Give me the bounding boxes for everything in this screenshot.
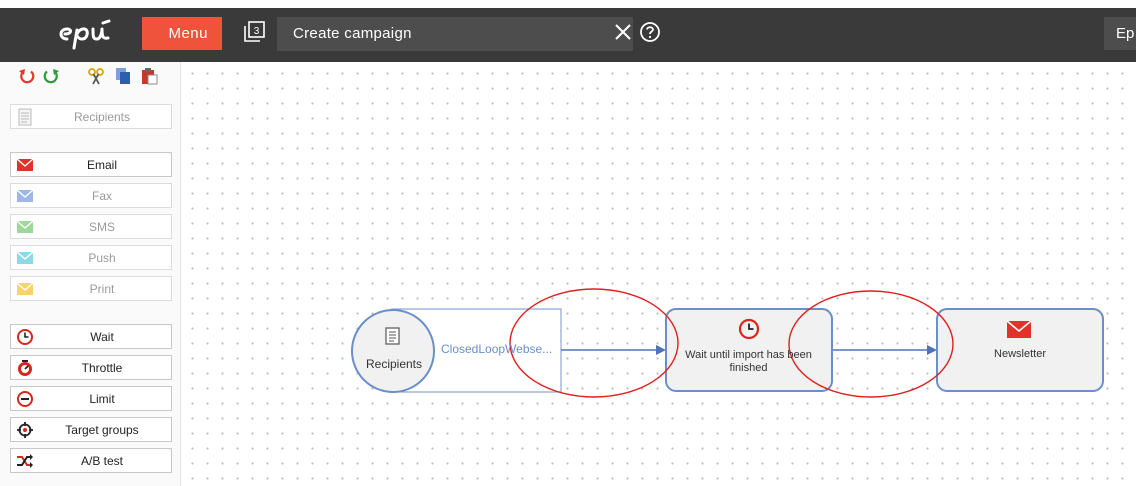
campaign-flow: [351, 288, 1104, 398]
source-node-label: ClosedLoopWebse...: [441, 342, 553, 356]
wait-node-label: Wait until import has been finished: [685, 349, 812, 374]
recipients-node-label: Recipients: [365, 357, 423, 371]
newsletter-node-label: Newsletter: [994, 348, 1046, 360]
recipients-node-icon: [385, 327, 400, 345]
newsletter-email-icon: [1006, 320, 1032, 338]
recipients-node[interactable]: [351, 309, 435, 393]
